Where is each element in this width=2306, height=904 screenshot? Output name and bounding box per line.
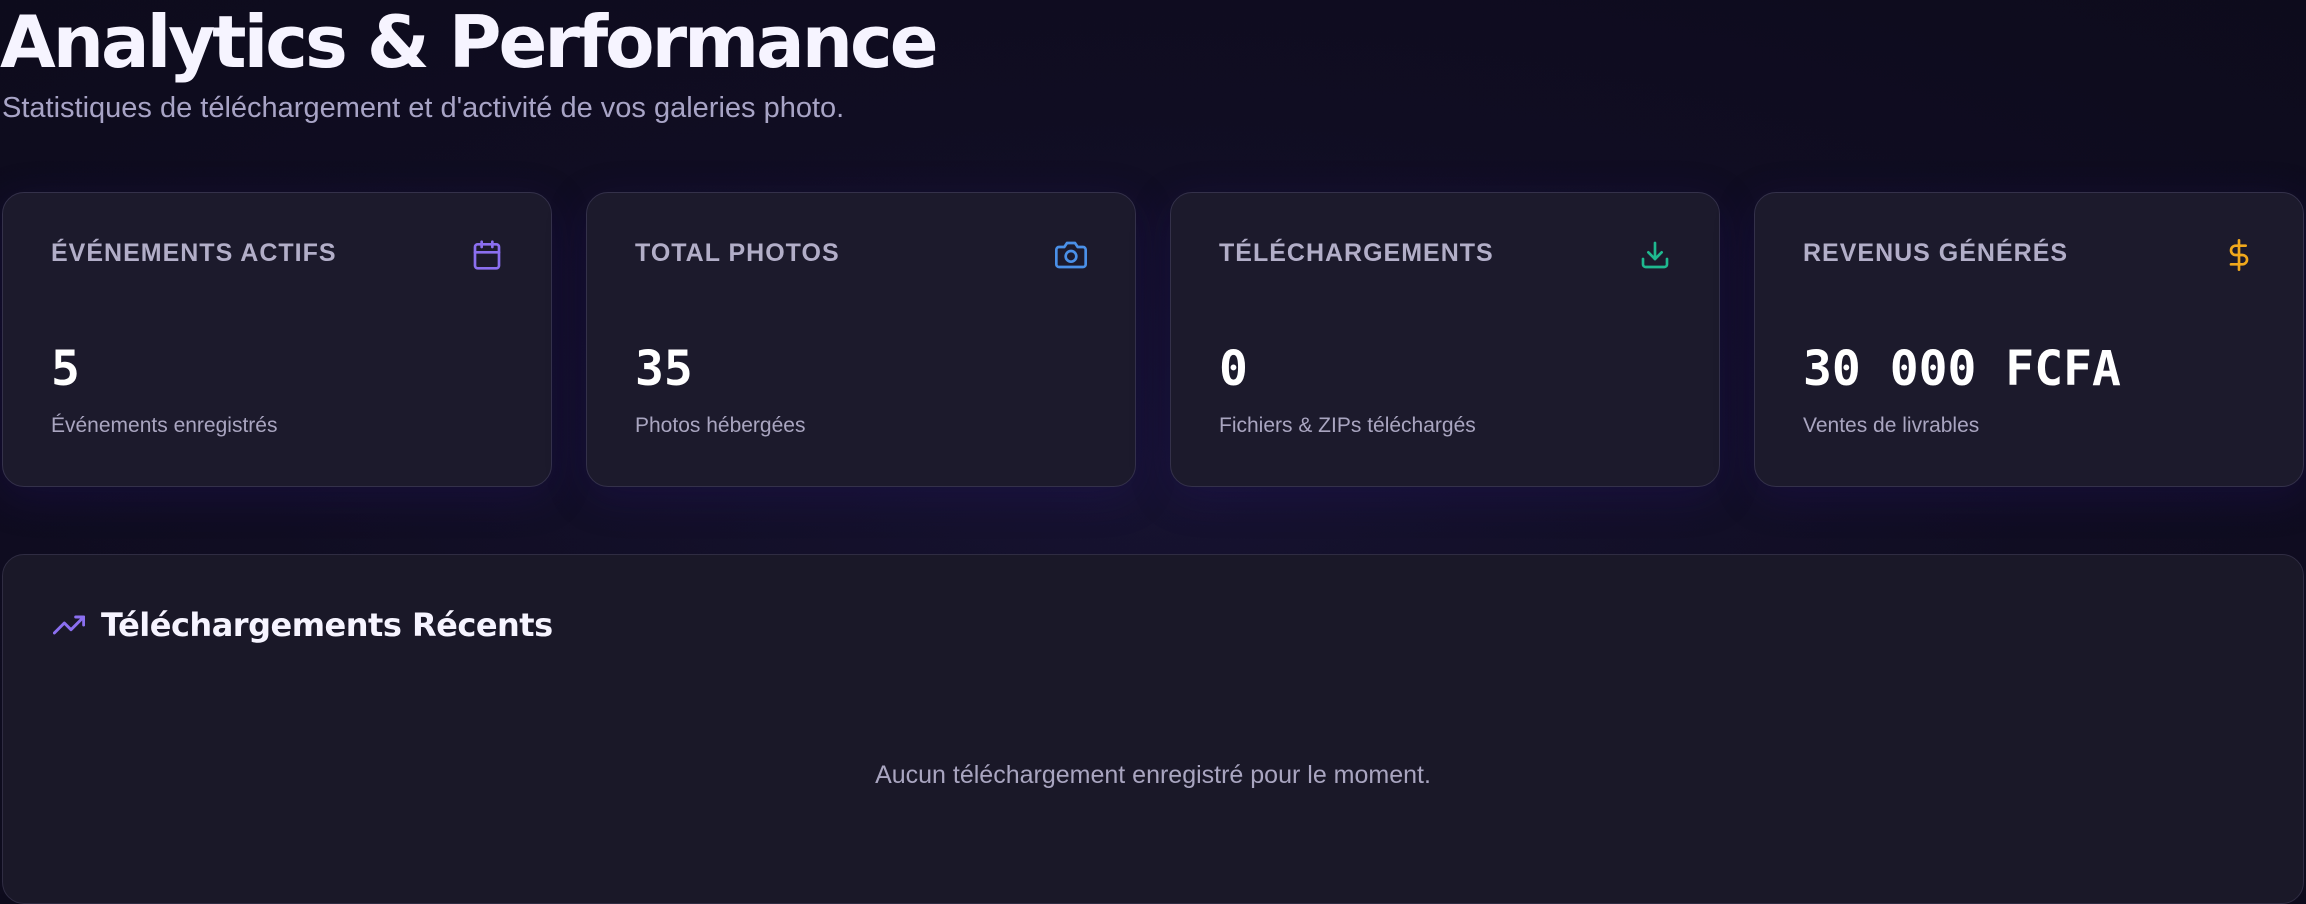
- stat-card-label: ÉVÉNEMENTS ACTIFS: [51, 239, 337, 267]
- stat-card-value: 35: [635, 341, 693, 397]
- stat-card-downloads: TÉLÉCHARGEMENTS 0 Fichiers & ZIPs téléch…: [1170, 192, 1720, 487]
- stat-card-label: REVENUS GÉNÉRÉS: [1803, 239, 2069, 267]
- stat-card-caption: Photos hébergées: [635, 414, 806, 437]
- stat-card-caption: Événements enregistrés: [51, 414, 278, 437]
- recent-downloads-header: Téléchargements Récents: [53, 605, 553, 645]
- stat-card-label: TOTAL PHOTOS: [635, 239, 840, 267]
- stats-cards: ÉVÉNEMENTS ACTIFS 5 Événements enregistr…: [2, 192, 2304, 489]
- stat-card-value: 5: [51, 341, 80, 397]
- recent-downloads-panel: Téléchargements Récents Aucun télécharge…: [2, 554, 2304, 904]
- stat-card-label: TÉLÉCHARGEMENTS: [1219, 239, 1494, 267]
- empty-state-message: Aucun téléchargement enregistré pour le …: [875, 761, 1431, 789]
- page-subtitle: Statistiques de téléchargement et d'acti…: [2, 92, 845, 124]
- trending-up-icon: [53, 609, 85, 641]
- stat-card-value: 0: [1219, 341, 1248, 397]
- stat-card-revenue: REVENUS GÉNÉRÉS 30 000 FCFA Ventes de li…: [1754, 192, 2304, 487]
- dollar-icon: [2223, 239, 2255, 271]
- recent-downloads-title: Téléchargements Récents: [101, 606, 553, 644]
- download-icon: [1639, 239, 1671, 271]
- stat-card-caption: Fichiers & ZIPs téléchargés: [1219, 414, 1476, 437]
- stat-card-photos: TOTAL PHOTOS 35 Photos hébergées: [586, 192, 1136, 487]
- calendar-icon: [471, 239, 503, 271]
- stat-card-events: ÉVÉNEMENTS ACTIFS 5 Événements enregistr…: [2, 192, 552, 487]
- page-title: Analytics & Performance: [0, 0, 939, 84]
- camera-icon: [1055, 239, 1087, 271]
- stat-card-caption: Ventes de livrables: [1803, 414, 1980, 437]
- stat-card-value: 30 000 FCFA: [1803, 341, 2121, 397]
